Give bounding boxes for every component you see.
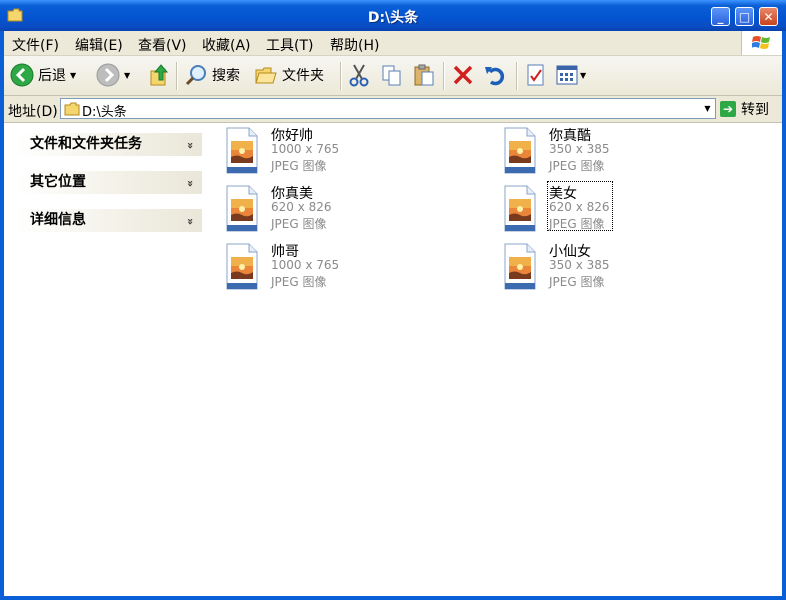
back-label: 后退 xyxy=(38,68,66,84)
up-folder-icon xyxy=(150,64,169,86)
toolbar-separator xyxy=(340,62,342,90)
content-area: 文件和文件夹任务 » 其它位置 » 详细信息 » 你好帅 1000 x 765 … xyxy=(4,123,782,596)
cut-button[interactable] xyxy=(348,62,370,88)
folder-icon xyxy=(64,102,80,116)
close-button[interactable]: ✕ xyxy=(759,7,778,26)
forward-button[interactable]: ▼ xyxy=(96,62,130,88)
menu-file[interactable]: 文件(F) xyxy=(12,35,59,55)
file-type: JPEG 图像 xyxy=(271,217,327,231)
file-dimensions: 1000 x 765 xyxy=(271,258,340,272)
task-section-details[interactable]: 详细信息 » xyxy=(16,209,202,232)
file-dimensions: 350 x 385 xyxy=(549,258,610,272)
jpeg-file-icon xyxy=(504,243,536,290)
search-icon xyxy=(185,65,206,86)
minimize-icon: _ xyxy=(717,9,724,24)
back-button[interactable]: 后退 ▼ xyxy=(10,62,76,88)
file-type: JPEG 图像 xyxy=(549,159,605,173)
menu-edit[interactable]: 编辑(E) xyxy=(75,35,123,55)
collapse-chevron-icon[interactable]: » xyxy=(179,180,202,187)
address-label: 地址(D) xyxy=(8,104,58,120)
views-icon xyxy=(556,65,578,85)
task-section-title: 其它位置 xyxy=(30,174,86,190)
go-arrow-icon: ➔ xyxy=(720,100,736,117)
undo-button[interactable] xyxy=(483,62,507,88)
file-item[interactable]: 你好帅 1000 x 765 JPEG 图像 xyxy=(224,123,424,179)
menu-view[interactable]: 查看(V) xyxy=(138,35,187,55)
views-dropdown-icon[interactable]: ▼ xyxy=(580,71,586,80)
close-icon: ✕ xyxy=(763,9,774,24)
file-dimensions: 350 x 385 xyxy=(549,142,610,156)
copy-button[interactable] xyxy=(380,62,404,88)
maximize-button[interactable]: □ xyxy=(735,7,754,26)
forward-dropdown-icon[interactable]: ▼ xyxy=(124,71,130,80)
properties-button[interactable] xyxy=(525,62,547,88)
paste-icon xyxy=(414,64,434,86)
file-item[interactable]: 帅哥 1000 x 765 JPEG 图像 xyxy=(224,239,424,295)
cut-icon xyxy=(349,64,369,87)
windows-logo xyxy=(741,31,782,55)
address-value: D:\头条 xyxy=(82,105,127,120)
menu-favorites[interactable]: 收藏(A) xyxy=(202,35,251,55)
menu-help[interactable]: 帮助(H) xyxy=(330,35,379,55)
paste-button[interactable] xyxy=(412,62,436,88)
file-type: JPEG 图像 xyxy=(271,275,327,289)
title-bar[interactable]: D:\头条 _ □ ✕ xyxy=(0,0,786,31)
forward-arrow-icon xyxy=(96,63,120,87)
minimize-button[interactable]: _ xyxy=(711,7,730,26)
file-item[interactable]: 你真酷 350 x 385 JPEG 图像 xyxy=(502,123,702,179)
menu-bar: 文件(F) 编辑(E) 查看(V) 收藏(A) 工具(T) 帮助(H) xyxy=(4,31,782,56)
folders-button[interactable]: 文件夹 xyxy=(254,62,324,88)
jpeg-file-icon xyxy=(226,127,258,174)
window-body: 文件(F) 编辑(E) 查看(V) 收藏(A) 工具(T) 帮助(H) 后退 ▼… xyxy=(4,31,782,596)
up-button[interactable] xyxy=(149,62,171,88)
windows-flag-icon xyxy=(752,36,770,49)
collapse-chevron-icon[interactable]: » xyxy=(179,142,202,149)
file-type: JPEG 图像 xyxy=(549,275,605,289)
file-dimensions: 1000 x 765 xyxy=(271,142,340,156)
file-type: JPEG 图像 xyxy=(271,159,327,173)
file-dimensions: 620 x 826 xyxy=(549,200,610,214)
maximize-icon: □ xyxy=(738,9,751,24)
address-bar: 地址(D) D:\头条 ▼ ➔ 转到 xyxy=(4,96,782,123)
jpeg-file-icon xyxy=(226,185,258,232)
task-panel: 文件和文件夹任务 » 其它位置 » 详细信息 » xyxy=(16,133,202,247)
file-type: JPEG 图像 xyxy=(549,217,605,231)
menu-tools[interactable]: 工具(T) xyxy=(266,35,313,55)
back-dropdown-icon[interactable]: ▼ xyxy=(70,71,76,80)
toolbar: 后退 ▼ ▼ 搜索 文件夹 ▼ xyxy=(4,56,782,96)
task-section-file-folder-tasks[interactable]: 文件和文件夹任务 » xyxy=(16,133,202,156)
toolbar-separator xyxy=(516,62,518,90)
file-item[interactable]: 小仙女 350 x 385 JPEG 图像 xyxy=(502,239,702,295)
search-label: 搜索 xyxy=(212,68,240,84)
jpeg-file-icon xyxy=(504,127,536,174)
undo-icon xyxy=(485,67,505,86)
folders-label: 文件夹 xyxy=(282,68,324,84)
toolbar-separator xyxy=(176,62,178,90)
go-label: 转到 xyxy=(741,101,769,118)
file-item-selected[interactable]: 美女 620 x 826 JPEG 图像 xyxy=(502,181,702,237)
window-title: D:\头条 xyxy=(367,10,419,26)
file-item[interactable]: 你真美 620 x 826 JPEG 图像 xyxy=(224,181,424,237)
jpeg-file-icon xyxy=(504,185,536,232)
delete-button[interactable] xyxy=(451,62,475,88)
task-section-title: 详细信息 xyxy=(30,212,86,228)
jpeg-file-icon xyxy=(226,243,258,290)
task-section-other-places[interactable]: 其它位置 » xyxy=(16,171,202,194)
folders-icon xyxy=(255,67,277,84)
task-section-title: 文件和文件夹任务 xyxy=(30,136,142,152)
address-input[interactable]: D:\头条 ▼ xyxy=(60,98,716,120)
toolbar-separator xyxy=(443,62,445,90)
collapse-chevron-icon[interactable]: » xyxy=(179,218,202,225)
address-dropdown-icon[interactable]: ▼ xyxy=(700,99,715,118)
explorer-window: D:\头条 _ □ ✕ 文件(F) 编辑(E) 查看(V) 收藏(A) 工具(T… xyxy=(0,0,786,600)
search-button[interactable]: 搜索 xyxy=(184,62,240,88)
file-dimensions: 620 x 826 xyxy=(271,200,332,214)
back-arrow-icon xyxy=(10,63,34,87)
properties-icon xyxy=(527,64,544,86)
go-button[interactable]: ➔ 转到 xyxy=(720,98,769,119)
copy-icon xyxy=(382,65,401,86)
delete-icon xyxy=(453,65,473,85)
views-button[interactable]: ▼ xyxy=(555,62,586,88)
